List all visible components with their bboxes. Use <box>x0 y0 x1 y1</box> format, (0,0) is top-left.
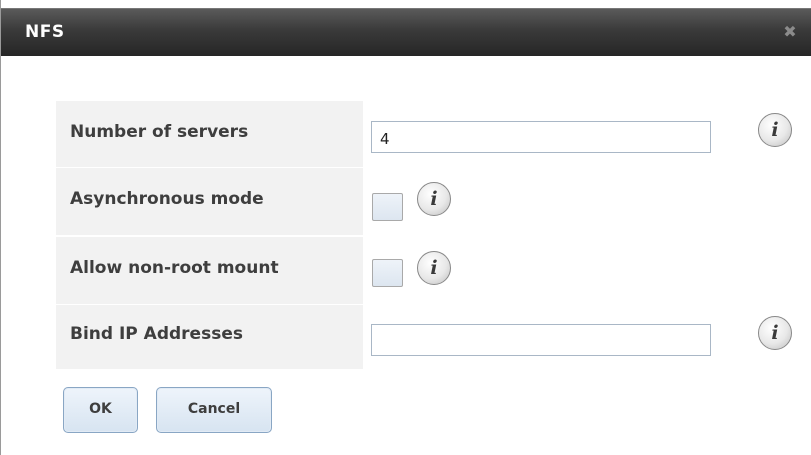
servers-info-icon[interactable]: i <box>758 113 792 147</box>
info-glyph: i <box>771 119 779 141</box>
info-glyph: i <box>430 188 438 210</box>
servers-label: Number of servers <box>70 122 249 142</box>
info-glyph: i <box>771 322 779 344</box>
nonroot-checkbox[interactable] <box>372 259 403 287</box>
nonroot-info-icon[interactable]: i <box>417 251 451 285</box>
bindip-label-cell: Bind IP Addresses <box>56 305 363 369</box>
info-glyph: i <box>430 257 438 279</box>
nfs-dialog: NFS ✖ Number of servers i Asynchronous m… <box>0 0 811 455</box>
cancel-button[interactable]: Cancel <box>156 387 272 433</box>
async-checkbox[interactable] <box>372 193 403 221</box>
bindip-label: Bind IP Addresses <box>70 324 243 344</box>
close-icon[interactable]: ✖ <box>782 24 798 40</box>
ok-button[interactable]: OK <box>63 387 138 433</box>
nonroot-label: Allow non-root mount <box>70 258 279 278</box>
servers-input[interactable] <box>371 121 711 153</box>
bindip-info-icon[interactable]: i <box>758 316 792 350</box>
dialog-titlebar[interactable]: NFS ✖ <box>1 8 811 56</box>
async-info-icon[interactable]: i <box>417 182 451 216</box>
async-label: Asynchronous mode <box>70 189 264 209</box>
async-label-cell: Asynchronous mode <box>56 168 363 235</box>
bindip-input[interactable] <box>371 324 711 356</box>
servers-label-cell: Number of servers <box>56 101 363 167</box>
nonroot-label-cell: Allow non-root mount <box>56 237 363 304</box>
dialog-title: NFS <box>25 22 65 42</box>
